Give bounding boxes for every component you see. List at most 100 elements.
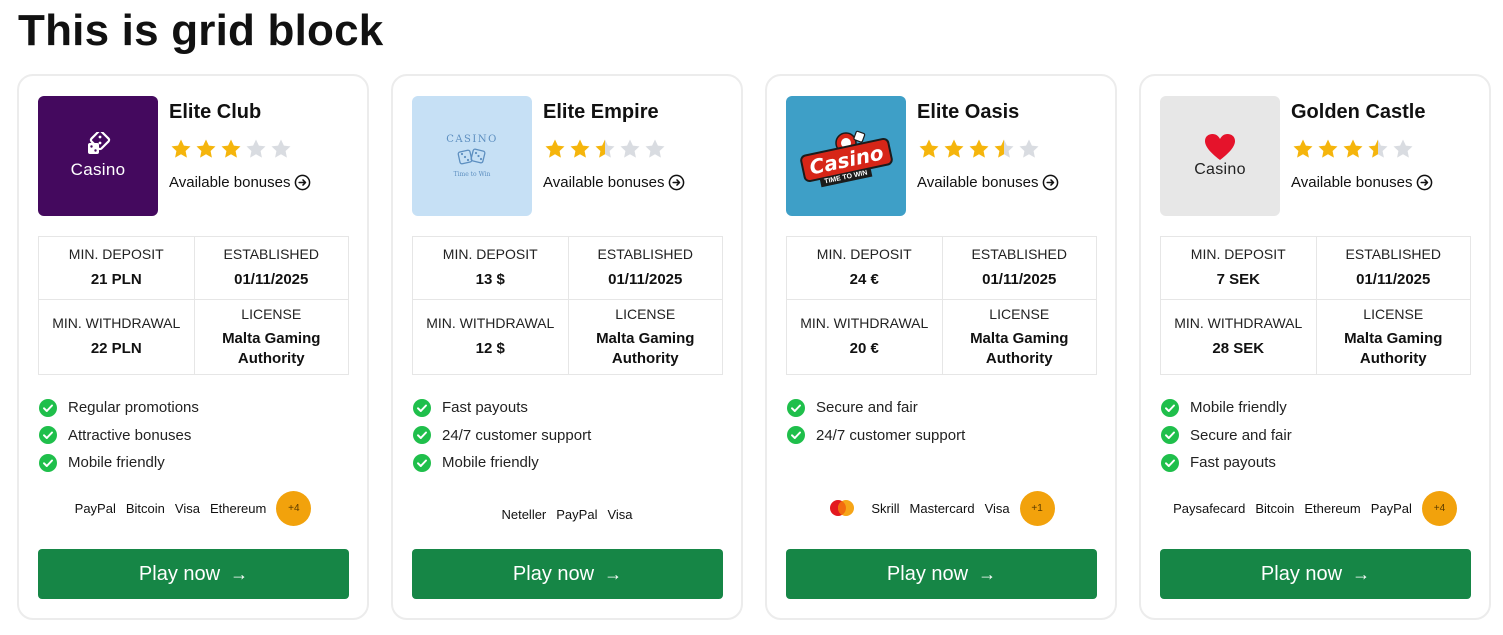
dice-icon bbox=[88, 132, 111, 154]
play-now-button[interactable]: Play now → bbox=[412, 549, 723, 599]
established-value: 01/11/2025 bbox=[608, 271, 683, 288]
arrow-right-icon: → bbox=[978, 563, 997, 584]
payment-method: Neteller bbox=[501, 506, 547, 522]
star-empty-icon bbox=[246, 139, 266, 158]
casino-info-table: MIN. DEPOSIT 21 PLN ESTABLISHED 01/11/20… bbox=[38, 236, 349, 375]
min-deposit-label: MIN. DEPOSIT bbox=[1190, 246, 1286, 262]
established-label: ESTABLISHED bbox=[1345, 246, 1441, 262]
check-circle-icon bbox=[39, 426, 57, 445]
feature-text: Regular promotions bbox=[68, 399, 199, 417]
casino-name[interactable]: Elite Oasis bbox=[917, 101, 1019, 124]
feature-text: Attractive bonuses bbox=[68, 426, 192, 444]
established-value: 01/11/2025 bbox=[234, 271, 309, 288]
license-value: Malta Gaming Authority bbox=[1344, 330, 1443, 367]
play-now-label: Play now bbox=[512, 562, 595, 585]
license-cell: LICENSE Malta Gaming Authority bbox=[567, 299, 722, 374]
payment-method: Bitcoin bbox=[125, 500, 165, 516]
min-deposit-value: 21 PLN bbox=[90, 271, 142, 288]
payment-method: Mastercard bbox=[909, 500, 975, 516]
play-now-button[interactable]: Play now → bbox=[1160, 549, 1471, 599]
play-now-button[interactable]: Play now → bbox=[786, 549, 1097, 599]
available-bonuses-link[interactable]: Available bonuses bbox=[543, 174, 685, 191]
license-value: Malta Gaming Authority bbox=[970, 330, 1069, 367]
min-deposit-value: 13 $ bbox=[475, 271, 505, 288]
rating-stars bbox=[544, 138, 666, 160]
arrow-circle-right-icon bbox=[1417, 174, 1433, 191]
star-filled-icon bbox=[545, 139, 565, 158]
casino-card: Casino TIME TO WIN Elite Oasis Available… bbox=[765, 74, 1117, 620]
more-payments-badge[interactable]: +1 bbox=[1019, 490, 1055, 526]
star-filled-icon bbox=[969, 139, 989, 158]
more-payments-badge[interactable]: +4 bbox=[276, 490, 312, 526]
casino-logo[interactable]: Casino TIME TO WIN bbox=[786, 96, 906, 216]
feature-text: Secure and fair bbox=[816, 399, 918, 417]
min-deposit-value: 7 SEK bbox=[1216, 271, 1260, 288]
check-circle-icon bbox=[39, 398, 57, 417]
min-deposit-value: 24 € bbox=[849, 271, 879, 288]
feature-item: Secure and fair bbox=[787, 394, 965, 422]
check-circle-icon bbox=[1161, 398, 1179, 417]
casino-name[interactable]: Elite Empire bbox=[543, 101, 659, 124]
min-deposit-label: MIN. DEPOSIT bbox=[816, 246, 912, 262]
rating-stars bbox=[1292, 138, 1414, 160]
license-label: LICENSE bbox=[1363, 306, 1424, 322]
feature-item: Secure and fair bbox=[1161, 422, 1292, 450]
min-withdrawal-cell: MIN. WITHDRAWAL 28 SEK bbox=[1161, 299, 1316, 374]
play-now-label: Play now bbox=[1260, 562, 1343, 585]
license-cell: LICENSE Malta Gaming Authority bbox=[193, 299, 348, 374]
license-value: Malta Gaming Authority bbox=[596, 330, 695, 367]
min-withdrawal-value: 20 € bbox=[849, 340, 879, 357]
star-half-icon bbox=[994, 139, 1014, 158]
star-filled-icon bbox=[944, 139, 964, 158]
feature-text: Mobile friendly bbox=[1190, 399, 1287, 417]
established-cell: ESTABLISHED 01/11/2025 bbox=[567, 237, 723, 299]
more-payments-badge[interactable]: +4 bbox=[1421, 490, 1457, 526]
casino-info-table: MIN. DEPOSIT 13 $ ESTABLISHED 01/11/2025… bbox=[412, 236, 723, 375]
page-title: This is grid block bbox=[18, 6, 384, 55]
established-cell: ESTABLISHED 01/11/2025 bbox=[941, 237, 1097, 299]
license-label: LICENSE bbox=[989, 306, 1050, 322]
license-label: LICENSE bbox=[615, 306, 676, 322]
casino-info-table: MIN. DEPOSIT 24 € ESTABLISHED 01/11/2025… bbox=[786, 236, 1097, 375]
casino-logo[interactable]: Casino bbox=[1160, 96, 1280, 216]
min-withdrawal-label: MIN. WITHDRAWAL bbox=[800, 315, 929, 331]
min-deposit-cell: MIN. DEPOSIT 7 SEK bbox=[1161, 237, 1316, 299]
established-label: ESTABLISHED bbox=[597, 246, 693, 262]
feature-text: Fast payouts bbox=[1190, 454, 1276, 472]
feature-text: 24/7 customer support bbox=[816, 426, 966, 444]
available-bonuses-label: Available bonuses bbox=[1291, 174, 1413, 191]
star-half-icon bbox=[1368, 139, 1388, 158]
available-bonuses-link[interactable]: Available bonuses bbox=[169, 174, 311, 191]
dice-icon bbox=[457, 148, 486, 165]
casino-logo[interactable]: Casino bbox=[38, 96, 158, 216]
available-bonuses-label: Available bonuses bbox=[169, 174, 291, 191]
casino-name[interactable]: Golden Castle bbox=[1291, 101, 1425, 124]
payment-method: Ethereum bbox=[1304, 500, 1361, 516]
play-now-button[interactable]: Play now → bbox=[38, 549, 349, 599]
check-circle-icon bbox=[413, 398, 431, 417]
logo-subtext: Time to Win bbox=[453, 171, 491, 178]
min-withdrawal-value: 22 PLN bbox=[90, 340, 142, 357]
min-withdrawal-label: MIN. WITHDRAWAL bbox=[426, 315, 555, 331]
star-empty-icon bbox=[620, 139, 640, 158]
feature-item: Fast payouts bbox=[413, 394, 591, 422]
casino-card: Casino Elite Club Available bonuses MIN.… bbox=[17, 74, 369, 620]
casino-name[interactable]: Elite Club bbox=[169, 101, 261, 124]
feature-list: Secure and fair 24/7 customer support bbox=[787, 394, 965, 449]
star-filled-icon bbox=[1293, 139, 1313, 158]
available-bonuses-link[interactable]: Available bonuses bbox=[1291, 174, 1433, 191]
payment-methods: Paysafecard Bitcoin Ethereum PayPal +4 bbox=[1141, 490, 1489, 526]
min-deposit-label: MIN. DEPOSIT bbox=[442, 246, 538, 262]
established-cell: ESTABLISHED 01/11/2025 bbox=[1315, 237, 1471, 299]
min-deposit-cell: MIN. DEPOSIT 24 € bbox=[787, 237, 942, 299]
star-filled-icon bbox=[196, 139, 216, 158]
casino-logo[interactable]: CASINO Time to Win bbox=[412, 96, 532, 216]
min-withdrawal-cell: MIN. WITHDRAWAL 12 $ bbox=[413, 299, 568, 374]
feature-text: Fast payouts bbox=[442, 399, 528, 417]
payment-methods: PayPal Bitcoin Visa Ethereum +4 bbox=[19, 490, 367, 526]
arrow-circle-right-icon bbox=[1043, 174, 1059, 191]
casino-card: CASINO Time to Win Elite Empire Availabl… bbox=[391, 74, 743, 620]
available-bonuses-link[interactable]: Available bonuses bbox=[917, 174, 1059, 191]
min-withdrawal-cell: MIN. WITHDRAWAL 22 PLN bbox=[39, 299, 194, 374]
star-filled-icon bbox=[221, 139, 241, 158]
